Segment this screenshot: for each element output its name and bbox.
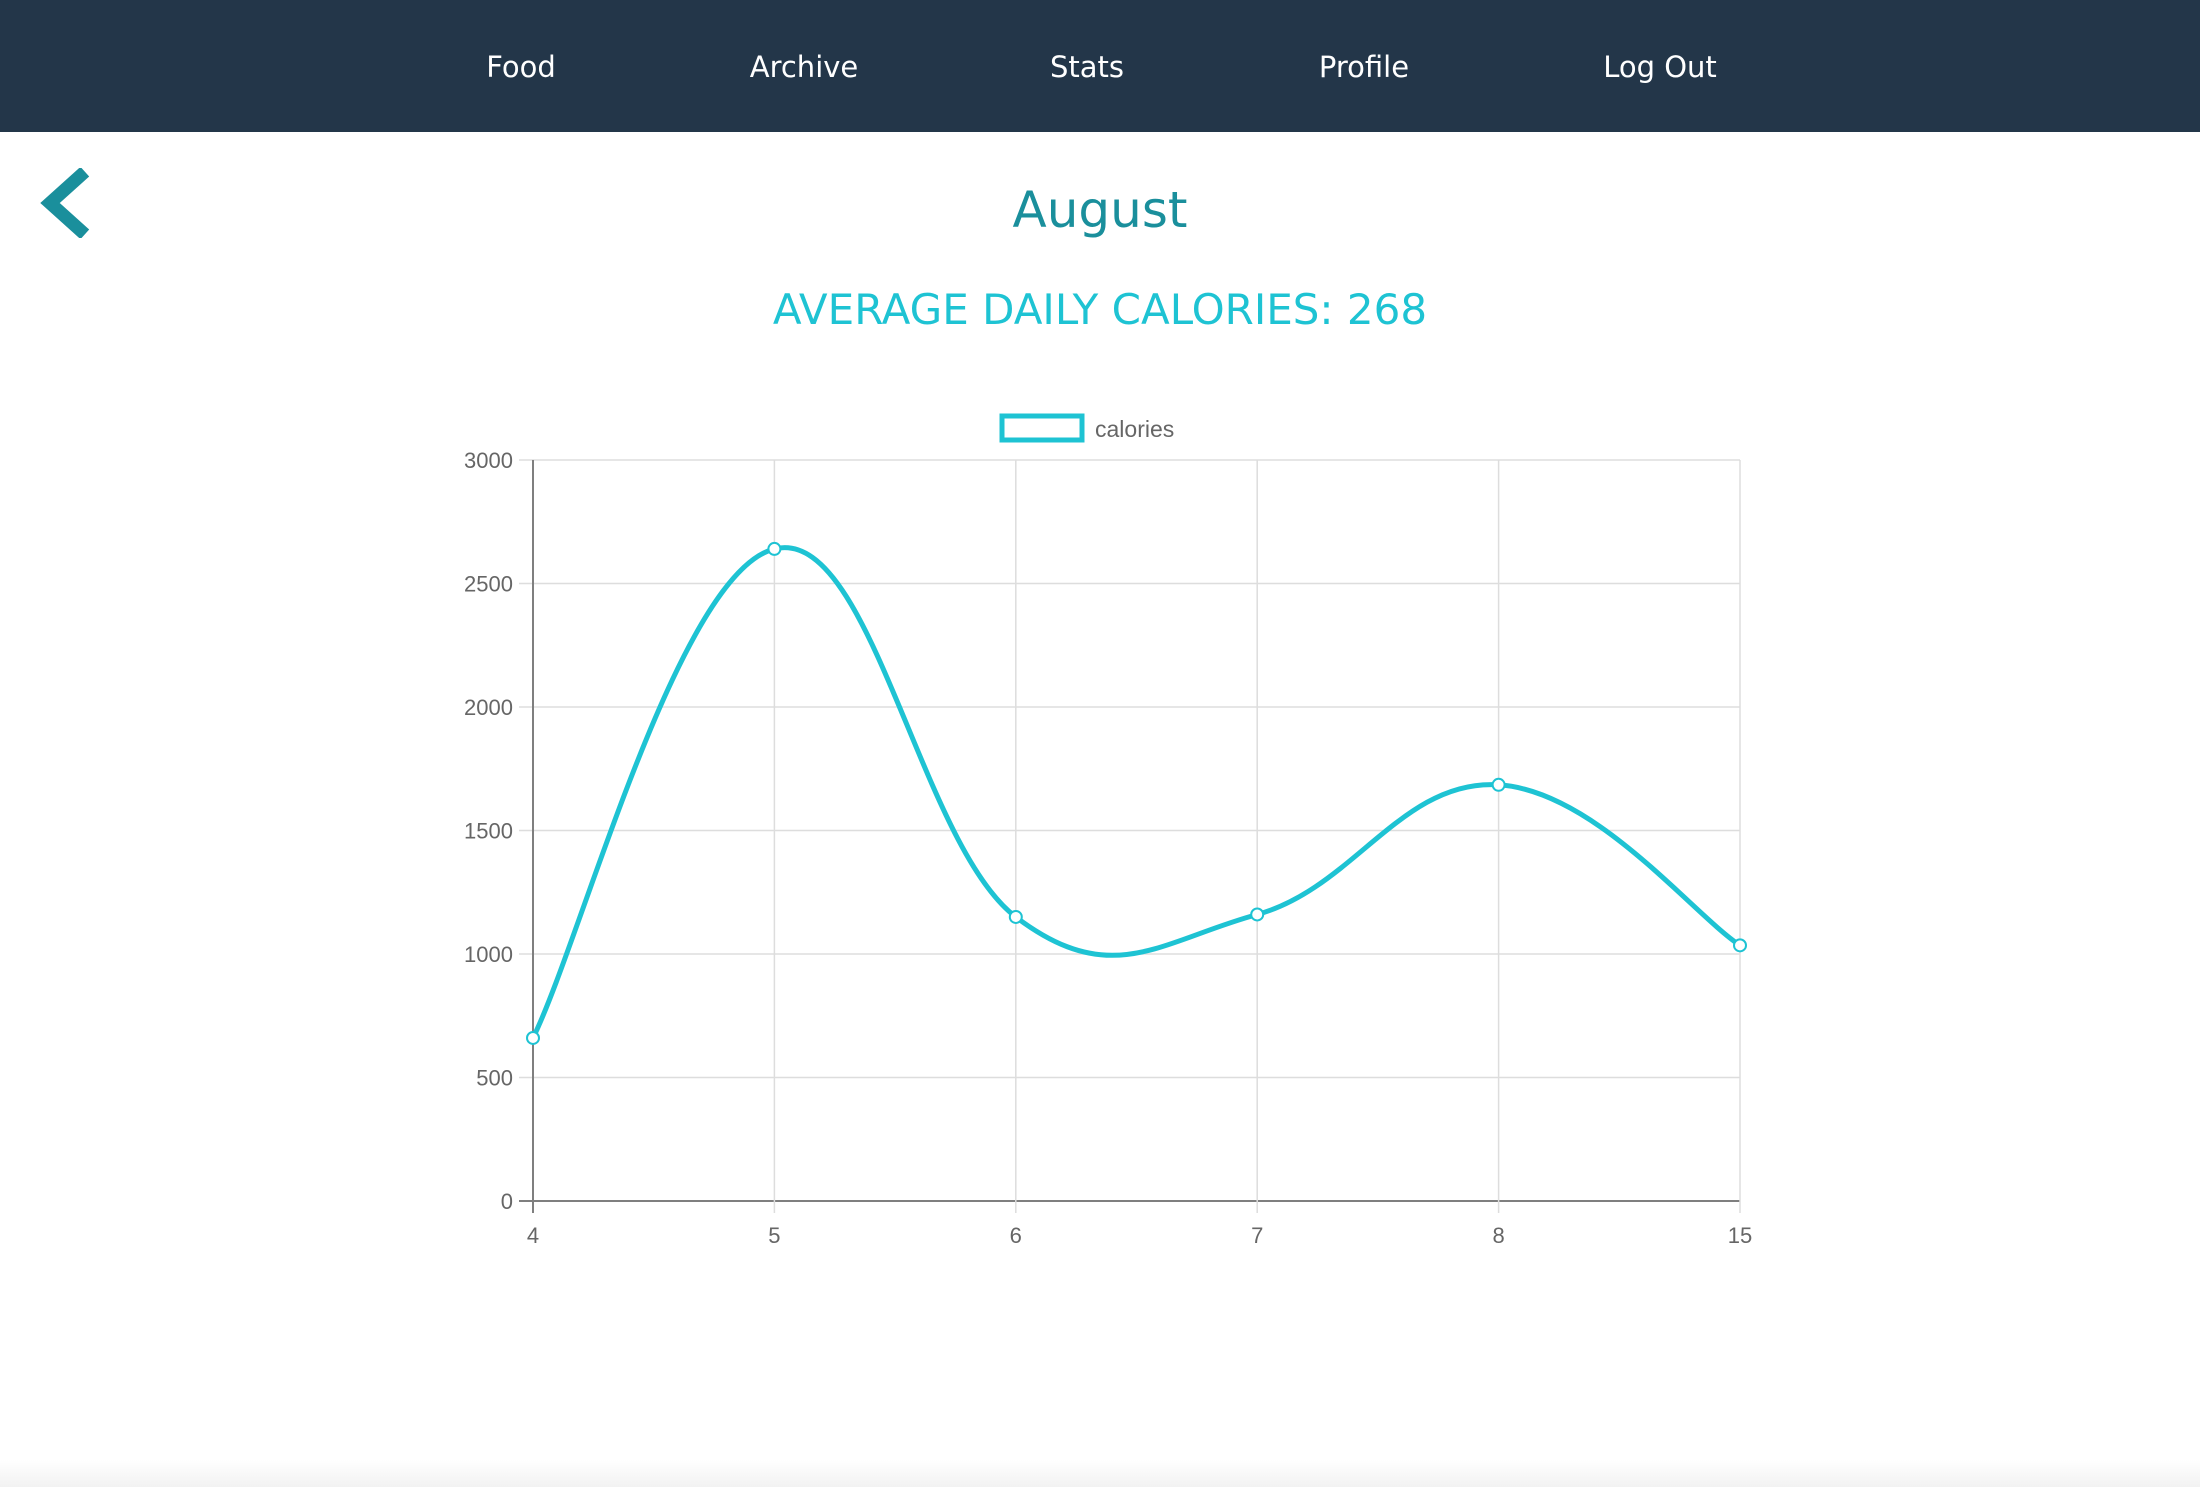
x-tick-label: 7 xyxy=(1251,1223,1263,1248)
y-tick-label: 1500 xyxy=(464,819,513,844)
x-tick-label: 8 xyxy=(1492,1223,1504,1248)
x-tick-label: 4 xyxy=(527,1223,539,1248)
data-point xyxy=(526,1030,540,1045)
x-tick-label: 6 xyxy=(1010,1223,1022,1248)
y-tick-label: 2500 xyxy=(464,572,513,597)
calories-line-chart: 0 500 1000 1500 2000 2500 3000 4 5 6 7 8 15 calories xyxy=(464,413,1752,1248)
data-point xyxy=(767,541,782,556)
y-tick-label: 1000 xyxy=(464,942,513,967)
page-bottom-edge xyxy=(0,1460,2200,1487)
data-point xyxy=(1250,907,1265,922)
legend-swatch-calories xyxy=(999,413,1085,443)
data-point xyxy=(1491,777,1506,792)
series-line-calories xyxy=(530,545,1743,1041)
data-point xyxy=(1733,938,1747,953)
y-tick-label: 500 xyxy=(476,1066,513,1091)
x-tick-label: 15 xyxy=(1728,1223,1752,1248)
x-tick-label: 5 xyxy=(768,1223,780,1248)
y-tick-label: 3000 xyxy=(464,448,513,473)
y-tick-label: 2000 xyxy=(464,695,513,720)
data-point xyxy=(1008,909,1023,924)
legend-label-calories: calories xyxy=(1095,416,1174,442)
y-tick-label: 0 xyxy=(501,1189,513,1214)
